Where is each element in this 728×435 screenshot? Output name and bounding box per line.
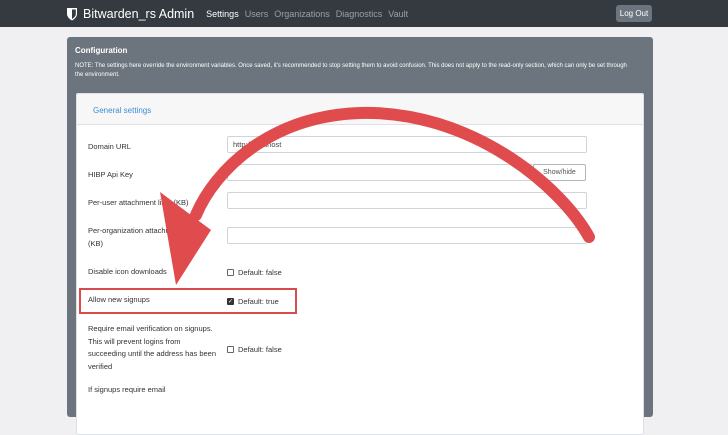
top-navbar: Bitwarden_rs Admin Settings Users Organi… xyxy=(0,0,728,27)
nav-link-organizations[interactable]: Organizations xyxy=(274,9,330,19)
per-user-attachment-label: Per-user attachment limit (KB) xyxy=(88,198,189,207)
brand[interactable]: Bitwarden_rs Admin xyxy=(66,7,194,21)
domain-url-label: Domain URL xyxy=(88,142,131,151)
shield-icon xyxy=(67,7,77,20)
show-hide-button[interactable]: Show/hide xyxy=(533,164,586,181)
disable-icon-downloads-checkbox[interactable] xyxy=(227,269,234,276)
logout-button[interactable]: Log Out xyxy=(616,5,652,22)
configuration-card: Configuration NOTE: The settings here ov… xyxy=(67,37,653,435)
domain-url-input[interactable]: http://localhost xyxy=(227,136,587,153)
general-settings-link[interactable]: General settings xyxy=(93,106,151,115)
require-email-verification-default: Default: false xyxy=(238,345,282,354)
disable-icon-downloads-label: Disable icon downloads xyxy=(88,267,167,276)
nav-link-diagnostics[interactable]: Diagnostics xyxy=(336,9,383,19)
require-email-verification-checkbox[interactable] xyxy=(227,346,234,353)
general-settings-panel: General settings Domain URL http://local… xyxy=(76,93,644,435)
configuration-note: NOTE: The settings here override the env… xyxy=(75,63,627,78)
configuration-title: Configuration xyxy=(75,46,128,55)
nav-link-settings[interactable]: Settings xyxy=(206,9,239,19)
nav-link-vault[interactable]: Vault xyxy=(388,9,408,19)
per-user-attachment-input[interactable] xyxy=(227,192,587,209)
signups-require-email-label: If signups require email xyxy=(88,385,166,394)
brand-title: Bitwarden_rs Admin xyxy=(83,6,195,21)
disable-icon-downloads-option: Default: false xyxy=(227,268,282,277)
per-org-attachment-input[interactable] xyxy=(227,227,587,244)
hibp-api-key-label: HIBP Api Key xyxy=(88,170,133,179)
annotation-highlight-box xyxy=(79,288,297,314)
general-settings-header[interactable]: General settings xyxy=(77,94,643,125)
require-email-verification-option: Default: false xyxy=(227,345,282,354)
nav-links: Settings Users Organizations Diagnostics… xyxy=(206,9,414,19)
require-email-verification-label: Require email verification on signups. T… xyxy=(88,324,217,371)
disable-icon-downloads-default: Default: false xyxy=(238,268,282,277)
per-org-attachment-label: Per-organization attachment limit (KB) xyxy=(88,226,198,248)
hibp-api-key-input[interactable] xyxy=(227,164,534,181)
nav-link-users[interactable]: Users xyxy=(245,9,269,19)
